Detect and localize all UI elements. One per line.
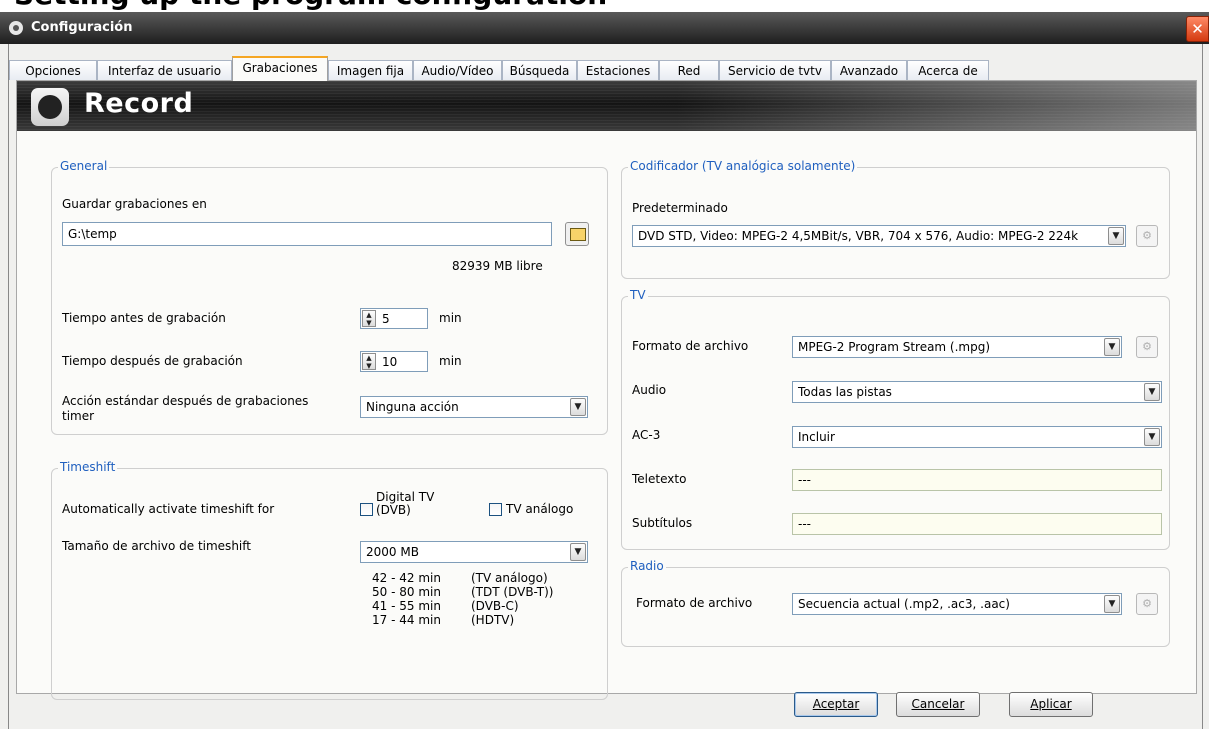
- chevron-down-icon[interactable]: ▼: [1108, 227, 1124, 245]
- browse-folder-button[interactable]: [565, 222, 589, 246]
- encoder-group: Codificador (TV analógica solamente) Pre…: [621, 159, 1170, 279]
- page-heading-strip: Setting up the program configuration: [0, 0, 1209, 12]
- encoder-legend: Codificador (TV analógica solamente): [628, 159, 858, 173]
- tv-teletext-field[interactable]: ---: [792, 469, 1162, 491]
- estimate-range-3: 41 - 55 min: [372, 599, 441, 613]
- timeshift-size-dropdown[interactable]: 2000 MB ▼: [360, 541, 588, 563]
- app-icon: [9, 21, 23, 35]
- analog-tv-label: TV análogo: [506, 502, 574, 516]
- estimate-type-1: (TV análogo): [471, 571, 548, 585]
- radio-group: Radio Formato de archivo Secuencia actua…: [621, 559, 1170, 647]
- post-time-unit: min: [439, 354, 462, 368]
- tv-audio-value: Todas las pistas: [798, 385, 892, 399]
- timeshift-group: Timeshift Automatically activate timeshi…: [51, 460, 608, 700]
- chevron-down-icon[interactable]: ▼: [1104, 338, 1120, 356]
- cancel-button[interactable]: Cancelar: [896, 692, 980, 717]
- post-time-value: 10: [382, 355, 398, 369]
- window-title: Configuración: [31, 20, 133, 35]
- analog-tv-checkbox[interactable]: [489, 503, 502, 516]
- tv-audio-dropdown[interactable]: Todas las pistas ▼: [792, 381, 1162, 403]
- tv-ac3-value: Incluir: [798, 430, 835, 444]
- free-space-label: 82939 MB libre: [452, 259, 543, 273]
- pre-time-spinner[interactable]: ▲ ▼ 5: [360, 308, 428, 329]
- tv-ac3-label: AC-3: [632, 428, 661, 442]
- tab-red[interactable]: Red: [659, 60, 719, 80]
- estimate-range-1: 42 - 42 min: [372, 571, 441, 585]
- spin-arrows-icon[interactable]: ▲ ▼: [362, 353, 376, 370]
- chevron-down-icon[interactable]: ▼: [1144, 383, 1160, 401]
- dialog-body: Opciones Interfaz de usuario Grabaciones…: [8, 44, 1203, 729]
- tv-audio-label: Audio: [632, 383, 667, 397]
- tv-group: TV Formato de archivo MPEG-2 Program Str…: [621, 288, 1170, 550]
- accept-button[interactable]: Aceptar: [794, 692, 878, 717]
- chevron-down-icon[interactable]: ▼: [570, 398, 586, 416]
- estimate-range-4: 17 - 44 min: [372, 613, 441, 627]
- timeshift-legend: Timeshift: [58, 460, 118, 474]
- tv-format-config-icon[interactable]: ⚙: [1136, 336, 1158, 358]
- encoder-config-icon[interactable]: ⚙: [1136, 225, 1158, 247]
- tab-opciones[interactable]: Opciones: [9, 60, 97, 80]
- tab-estaciones[interactable]: Estaciones: [577, 60, 659, 80]
- digital-tv-checkbox[interactable]: [360, 503, 373, 516]
- estimate-type-4: (HDTV): [471, 613, 515, 627]
- tab-servicio-de-tvtv[interactable]: Servicio de tvtv: [719, 60, 831, 80]
- configuration-window: Configuración ✕ Opciones Interfaz de usu…: [0, 12, 1209, 729]
- tab-busqueda[interactable]: Búsqueda: [502, 60, 577, 80]
- estimate-range-2: 50 - 80 min: [372, 585, 441, 599]
- encoder-default-value: DVD STD, Video: MPEG-2 4,5MBit/s, VBR, 7…: [638, 229, 1079, 243]
- record-banner: Record: [17, 81, 1196, 131]
- digital-tv-label: Digital TV (DVB): [376, 490, 435, 517]
- page-heading: Setting up the program configuration: [14, 0, 607, 11]
- post-time-spinner[interactable]: ▲ ▼ 10: [360, 351, 428, 372]
- tv-teletext-label: Teletexto: [632, 472, 687, 486]
- grabaciones-panel: Record General Guardar grabaciones en G:…: [16, 80, 1197, 700]
- estimate-type-3: (DVB-C): [471, 599, 519, 613]
- encoder-default-label: Predeterminado: [632, 201, 728, 215]
- tv-subtitles-field[interactable]: ---: [792, 513, 1162, 535]
- tv-format-dropdown[interactable]: MPEG-2 Program Stream (.mpg) ▼: [792, 336, 1122, 358]
- tv-format-label: Formato de archivo: [632, 339, 749, 353]
- tab-grabaciones[interactable]: Grabaciones: [232, 56, 328, 81]
- chevron-down-icon[interactable]: ▼: [1144, 428, 1160, 446]
- pre-time-label: Tiempo antes de grabación: [62, 311, 226, 325]
- record-logo-icon: [31, 88, 69, 126]
- pre-time-value: 5: [382, 312, 390, 326]
- auto-timeshift-label: Automatically activate timeshift for: [62, 502, 275, 516]
- radio-legend: Radio: [628, 559, 666, 573]
- radio-format-config-icon[interactable]: ⚙: [1136, 593, 1158, 615]
- tab-avanzado[interactable]: Avanzado: [831, 60, 907, 80]
- estimate-type-2: (TDT (DVB-T)): [471, 585, 554, 599]
- apply-button[interactable]: Aplicar: [1009, 692, 1093, 717]
- pre-time-unit: min: [439, 311, 462, 325]
- encoder-default-dropdown[interactable]: DVD STD, Video: MPEG-2 4,5MBit/s, VBR, 7…: [632, 225, 1126, 247]
- spin-arrows-icon[interactable]: ▲ ▼: [362, 310, 376, 327]
- timeshift-size-label: Tamaño de archivo de timeshift: [62, 539, 251, 553]
- radio-format-dropdown[interactable]: Secuencia actual (.mp2, .ac3, .aac) ▼: [792, 593, 1122, 615]
- tv-legend: TV: [628, 288, 648, 302]
- tab-audio-video[interactable]: Audio/Vídeo: [413, 60, 502, 80]
- tv-ac3-dropdown[interactable]: Incluir ▼: [792, 426, 1162, 448]
- banner-title: Record: [84, 88, 194, 119]
- save-location-label: Guardar grabaciones en: [62, 197, 207, 211]
- tab-acerca-de[interactable]: Acerca de: [907, 60, 989, 80]
- general-legend: General: [58, 159, 110, 173]
- chevron-down-icon[interactable]: ▼: [1104, 595, 1120, 613]
- default-action-label: Acción estándar después de grabaciones t…: [62, 394, 309, 423]
- default-action-dropdown[interactable]: Ninguna acción ▼: [360, 396, 588, 418]
- default-action-value: Ninguna acción: [366, 400, 459, 414]
- general-group: General Guardar grabaciones en G:\temp 8…: [51, 159, 608, 435]
- timeshift-size-value: 2000 MB: [366, 545, 419, 559]
- chevron-down-icon[interactable]: ▼: [570, 543, 586, 561]
- close-button[interactable]: ✕: [1186, 16, 1209, 42]
- save-path-field[interactable]: G:\temp: [62, 222, 552, 246]
- tab-interfaz-de-usuario[interactable]: Interfaz de usuario: [97, 60, 232, 80]
- tab-imagen-fija[interactable]: Imagen fija: [328, 60, 413, 80]
- title-bar[interactable]: Configuración ✕: [0, 12, 1209, 44]
- radio-format-value: Secuencia actual (.mp2, .ac3, .aac): [798, 597, 1010, 611]
- tv-subtitles-label: Subtítulos: [632, 516, 693, 530]
- tv-format-value: MPEG-2 Program Stream (.mpg): [798, 340, 991, 354]
- radio-format-label: Formato de archivo: [636, 596, 753, 610]
- post-time-label: Tiempo después de grabación: [62, 354, 243, 368]
